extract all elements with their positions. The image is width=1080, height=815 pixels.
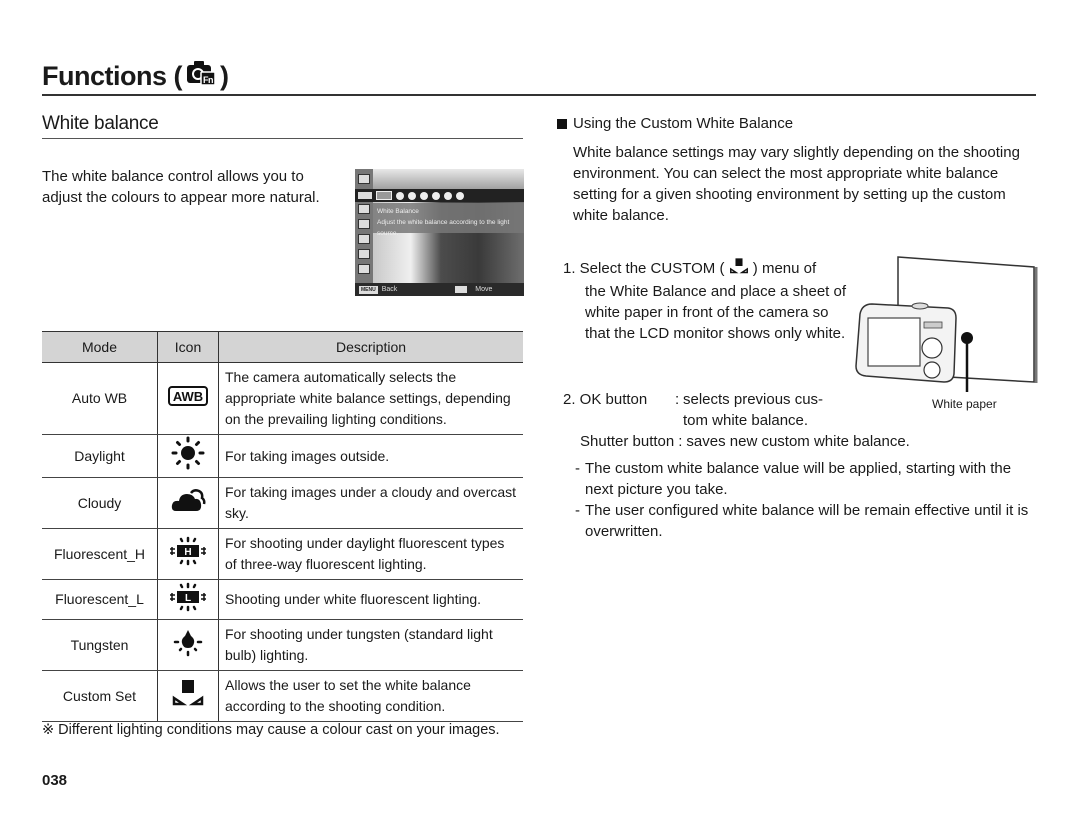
notes-list: - The custom white balance value will be … [575,458,1040,542]
lcd-custom-icon [456,191,464,200]
custom-set-icon [729,257,749,281]
step-1: 1. Select the CUSTOM ( ) menu of the Whi… [563,257,853,344]
intro-text: The white balance control allows you to … [42,168,320,206]
camera-white-paper-illustration [848,252,1038,414]
lcd-awb-selected-icon [376,191,392,200]
title-divider [42,94,1036,96]
section-divider [42,138,523,139]
table-row: Custom Set Allows the user to set the wh… [42,670,523,722]
step-1-rest: the White Balance and place a sheet of w… [585,283,847,342]
description-cell: For shooting under daylight fluorescent … [218,528,523,580]
description-cell: The camera automatically selects the app… [218,362,523,435]
header-description: Description [218,331,523,363]
list-item: - The user configured white balance will … [575,502,1029,540]
svg-text:H: H [184,547,191,558]
page-title-close: ) [219,61,229,91]
description-cell: For taking images outside. [218,434,523,478]
table-row: Daylight For taking images outside. [42,434,523,478]
table-row: Fluorescent_L L Shooting under white flu… [42,579,523,620]
header-mode: Mode [42,331,158,363]
table-row: Cloudy For taking images under a cloudy … [42,477,523,529]
custom-wb-paragraph: White balance settings may vary slightly… [573,144,1020,224]
square-bullet-icon [557,118,567,129]
tungsten-icon [172,627,204,663]
lcd-screen-image: White Balance Adjust the white balance a… [355,169,524,296]
custom-wb-heading: Using the Custom White Balance [557,115,793,132]
lcd-daylight-icon [396,191,404,200]
lcd-menu-key: MENU [359,285,378,294]
list-item: - The custom white balance value will be … [575,460,1012,498]
mode-cell: Fluorescent_H [42,528,158,580]
lcd-side-menu [355,169,373,283]
description-cell: Shooting under white fluorescent lightin… [218,579,523,620]
lcd-photo-sky [373,169,524,191]
lcd-wb-icon-bar [355,189,524,202]
separator: : [675,391,680,408]
svg-text:Fn: Fn [203,75,213,85]
header-icon: Icon [157,331,219,363]
camera-fn-icon: Fn [186,60,216,93]
fluorescent-h-icon: H [168,536,208,572]
footnote: ※ Different lighting conditions may caus… [42,722,500,738]
white-paper-label: White paper [932,397,997,411]
lcd-menu-desc: Adjust the white balance according to th… [377,219,510,237]
table-header-row: Mode Icon Description [42,331,523,363]
lcd-fluorescent-h-icon [420,191,428,200]
lcd-info-box: White Balance Adjust the white balance a… [373,203,524,237]
ok-button-text: selects previous cus- [683,391,824,408]
step-1-suffix: ) menu of [752,259,817,277]
mode-cell: Daylight [42,434,158,478]
page-title-text: Functions ( [42,61,182,91]
table-row: Auto WB AWB The camera automatically sel… [42,362,523,435]
description-cell: Allows the user to set the white balance… [218,670,523,722]
lcd-tungsten-icon [444,191,452,200]
lcd-fluorescent-l-icon [432,191,440,200]
lcd-move-icon [455,286,468,293]
lcd-awb-icon [358,192,372,199]
daylight-icon [171,436,205,476]
step-1-prefix: 1. Select the CUSTOM ( [563,259,725,277]
separator: : [678,433,683,450]
table-row: Tungsten For shooting under tungsten (st… [42,619,523,671]
svg-text:AWB: AWB [173,389,203,404]
shutter-button-label: Shutter button [580,433,675,450]
section-title: White balance [42,113,159,134]
mode-cell: Fluorescent_L [42,579,158,620]
page-number: 038 [42,772,68,789]
svg-text:L: L [185,593,191,604]
lcd-move-label: Move [475,286,493,293]
mode-cell: Custom Set [42,670,158,722]
mode-cell: Cloudy [42,477,158,529]
description-cell: For taking images under a cloudy and ove… [218,477,523,529]
lcd-footer: MENU Back Move [355,283,524,296]
white-balance-table: Mode Icon Description Auto WB AWB The ca… [42,331,523,722]
ok-button-text-cont: tom white balance. [683,412,809,429]
mode-cell: Auto WB [42,362,158,435]
table-row: Fluorescent_H H For shooting under dayli… [42,528,523,580]
custom-set-icon [171,678,205,714]
camera-icon [855,302,957,383]
ok-button-label: 2. OK button [563,391,648,408]
lcd-menu-title: White Balance [377,208,419,215]
mode-cell: Tungsten [42,619,158,671]
cloudy-icon [170,487,206,519]
lcd-back-label: Back [381,286,398,293]
lcd-cloudy-icon [408,191,416,200]
awb-icon: AWB [168,385,208,412]
fluorescent-l-icon: L [168,582,208,618]
shutter-button-text: saves new custom white balance. [686,433,910,450]
custom-wb-heading-text: Using the Custom White Balance [573,115,794,132]
page-title: Functions ( Fn ) [42,60,229,93]
description-cell: For shooting under tungsten (standard li… [218,619,523,671]
